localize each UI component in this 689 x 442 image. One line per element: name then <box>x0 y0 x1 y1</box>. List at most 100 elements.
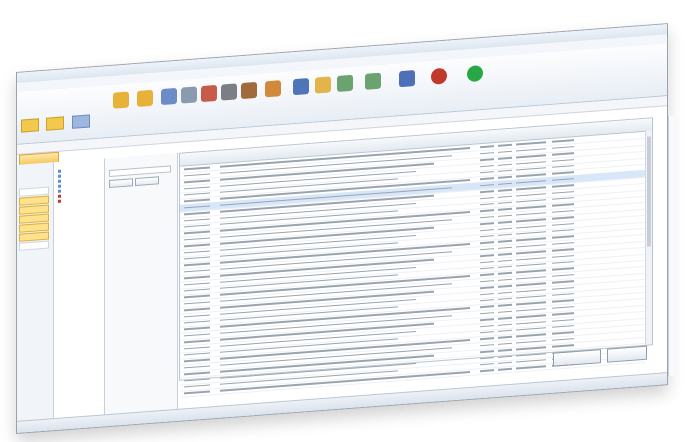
table-cell <box>480 222 494 225</box>
results-grid <box>179 117 653 399</box>
table-cell <box>498 291 512 294</box>
table-cell <box>480 343 494 347</box>
table-cell <box>516 231 546 235</box>
table-cell <box>480 254 494 257</box>
table-cell <box>516 282 546 287</box>
table-cell <box>498 227 512 230</box>
open-icon[interactable] <box>46 116 65 131</box>
table-cell <box>184 365 210 369</box>
table-cell <box>498 214 512 218</box>
table-cell <box>498 144 512 147</box>
table-cell <box>552 267 574 271</box>
table-cell <box>184 352 210 356</box>
table-cell <box>516 269 546 274</box>
table-cell <box>498 329 512 333</box>
table-cell <box>552 280 574 284</box>
table-cell <box>516 224 546 229</box>
table-cell <box>498 304 512 307</box>
table-cell <box>184 320 210 324</box>
table-cell <box>516 263 546 267</box>
table-cell <box>480 241 494 244</box>
table-cell <box>498 310 512 314</box>
table-cell <box>552 235 574 239</box>
table-cell <box>498 252 512 256</box>
table-icon <box>337 74 353 92</box>
table-cell <box>516 346 546 351</box>
table-cell <box>184 314 210 318</box>
search-input[interactable] <box>109 165 171 178</box>
table-cell <box>516 276 546 280</box>
table-cell <box>184 211 210 215</box>
grid-icon <box>365 72 381 90</box>
table-cell <box>516 308 546 312</box>
table-cell <box>516 288 546 293</box>
table-cell <box>552 299 574 303</box>
grid-scrollbar[interactable] <box>645 130 652 345</box>
node-icon <box>58 189 61 193</box>
search-button[interactable] <box>109 178 133 189</box>
table-cell <box>498 220 512 224</box>
table-cell <box>552 331 574 335</box>
table-cell <box>184 307 210 311</box>
main-window <box>16 23 679 434</box>
table-cell <box>184 288 210 292</box>
table-cell <box>552 216 574 220</box>
toolbar-button[interactable] <box>419 67 459 88</box>
table-cell <box>184 250 210 254</box>
table-cell <box>552 229 574 233</box>
table-cell <box>480 311 494 315</box>
table-cell <box>184 333 210 337</box>
table-cell <box>552 184 574 188</box>
table-cell <box>498 195 512 198</box>
table-cell <box>552 312 574 316</box>
table-cell <box>184 256 210 260</box>
table-cell <box>516 154 546 159</box>
table-cell <box>184 262 210 267</box>
table-cell <box>516 167 546 171</box>
table-cell <box>516 359 546 363</box>
left-pane <box>17 162 54 421</box>
tree-pane <box>54 158 105 419</box>
table-cell <box>516 212 546 216</box>
color-box-list <box>19 186 49 252</box>
table-cell <box>516 250 546 255</box>
scrollbar-thumb[interactable] <box>647 136 651 247</box>
table-cell <box>552 248 574 252</box>
table-cell <box>552 145 574 149</box>
table-cell <box>516 218 546 223</box>
table-cell <box>498 150 512 154</box>
table-cell <box>552 254 574 258</box>
table-cell <box>480 279 494 283</box>
clear-button[interactable] <box>135 176 159 187</box>
table-cell <box>184 384 210 388</box>
table-cell <box>184 390 210 395</box>
table-cell <box>184 326 210 331</box>
table-cell <box>516 141 546 146</box>
table-cell <box>516 340 546 344</box>
list-item[interactable] <box>19 240 49 251</box>
quick-tools <box>21 114 96 133</box>
table-cell <box>552 273 574 277</box>
table-cell <box>516 205 546 210</box>
node-icon <box>58 174 61 178</box>
table-cell <box>552 139 574 143</box>
table-cell <box>184 179 210 183</box>
table-cell <box>184 186 210 190</box>
node-icon <box>58 199 61 203</box>
table-cell <box>480 203 494 206</box>
table-cell <box>480 158 494 161</box>
table-cell <box>498 368 512 371</box>
book-icon[interactable] <box>71 114 90 129</box>
table-cell <box>498 342 512 346</box>
toolbar-button[interactable] <box>455 64 495 85</box>
table-cell <box>480 331 494 334</box>
table-cell <box>184 166 210 171</box>
table-cell <box>480 292 494 296</box>
table-cell <box>516 320 546 325</box>
table-cell <box>184 218 210 222</box>
folder-icon[interactable] <box>21 118 39 133</box>
table-cell <box>516 180 546 184</box>
table-cell <box>516 173 546 178</box>
table-cell <box>498 265 512 269</box>
table-cell <box>516 295 546 299</box>
